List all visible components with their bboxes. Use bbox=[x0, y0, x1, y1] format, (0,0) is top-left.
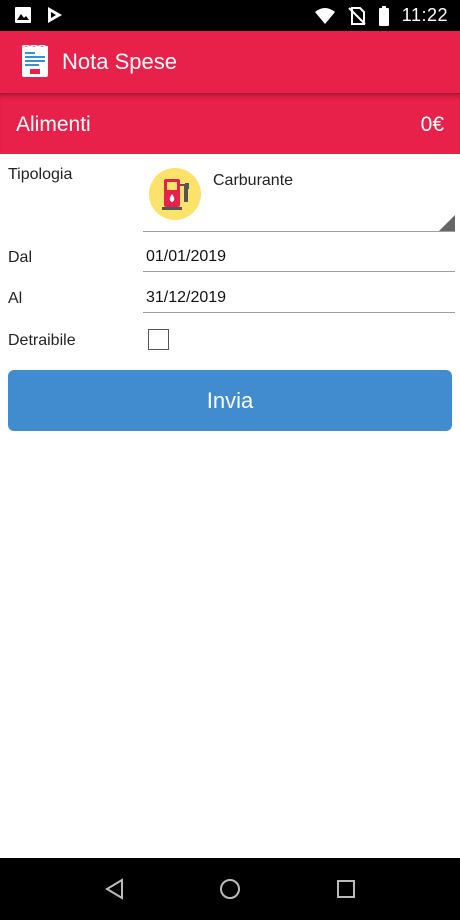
status-bar: 11:22 bbox=[0, 0, 460, 31]
recents-icon[interactable] bbox=[333, 876, 359, 902]
app-bar: Nota Spese bbox=[0, 31, 460, 93]
to-date-field[interactable]: 31/12/2019 bbox=[143, 285, 455, 313]
submit-button[interactable]: Invia bbox=[8, 370, 452, 431]
app-title: Nota Spese bbox=[62, 49, 177, 74]
back-icon[interactable] bbox=[102, 876, 128, 902]
deductible-checkbox[interactable] bbox=[148, 329, 169, 350]
deductible-label: Detraibile bbox=[8, 332, 76, 349]
wifi-icon bbox=[314, 7, 335, 24]
no-sim-icon bbox=[348, 6, 366, 25]
type-value: Carburante bbox=[213, 172, 294, 189]
receipt-icon bbox=[21, 45, 48, 77]
to-label: Al bbox=[8, 290, 23, 307]
home-icon[interactable] bbox=[217, 876, 243, 902]
battery-icon bbox=[378, 5, 389, 26]
status-time: 11:22 bbox=[401, 5, 448, 25]
play-store-icon bbox=[48, 7, 62, 23]
image-icon bbox=[15, 7, 31, 23]
dropdown-arrow-icon bbox=[439, 215, 455, 231]
type-label: Tipologia bbox=[8, 166, 73, 183]
navigation-bar bbox=[0, 858, 460, 920]
category-name: Alimenti bbox=[16, 113, 91, 136]
type-dropdown[interactable]: Carburante bbox=[143, 164, 455, 232]
from-label: Dal bbox=[8, 249, 33, 266]
fuel-pump-icon bbox=[149, 168, 201, 220]
from-date-field[interactable]: 01/01/2019 bbox=[143, 244, 455, 272]
category-header: Alimenti 0€ bbox=[0, 93, 460, 154]
category-total: 0€ bbox=[420, 113, 444, 136]
